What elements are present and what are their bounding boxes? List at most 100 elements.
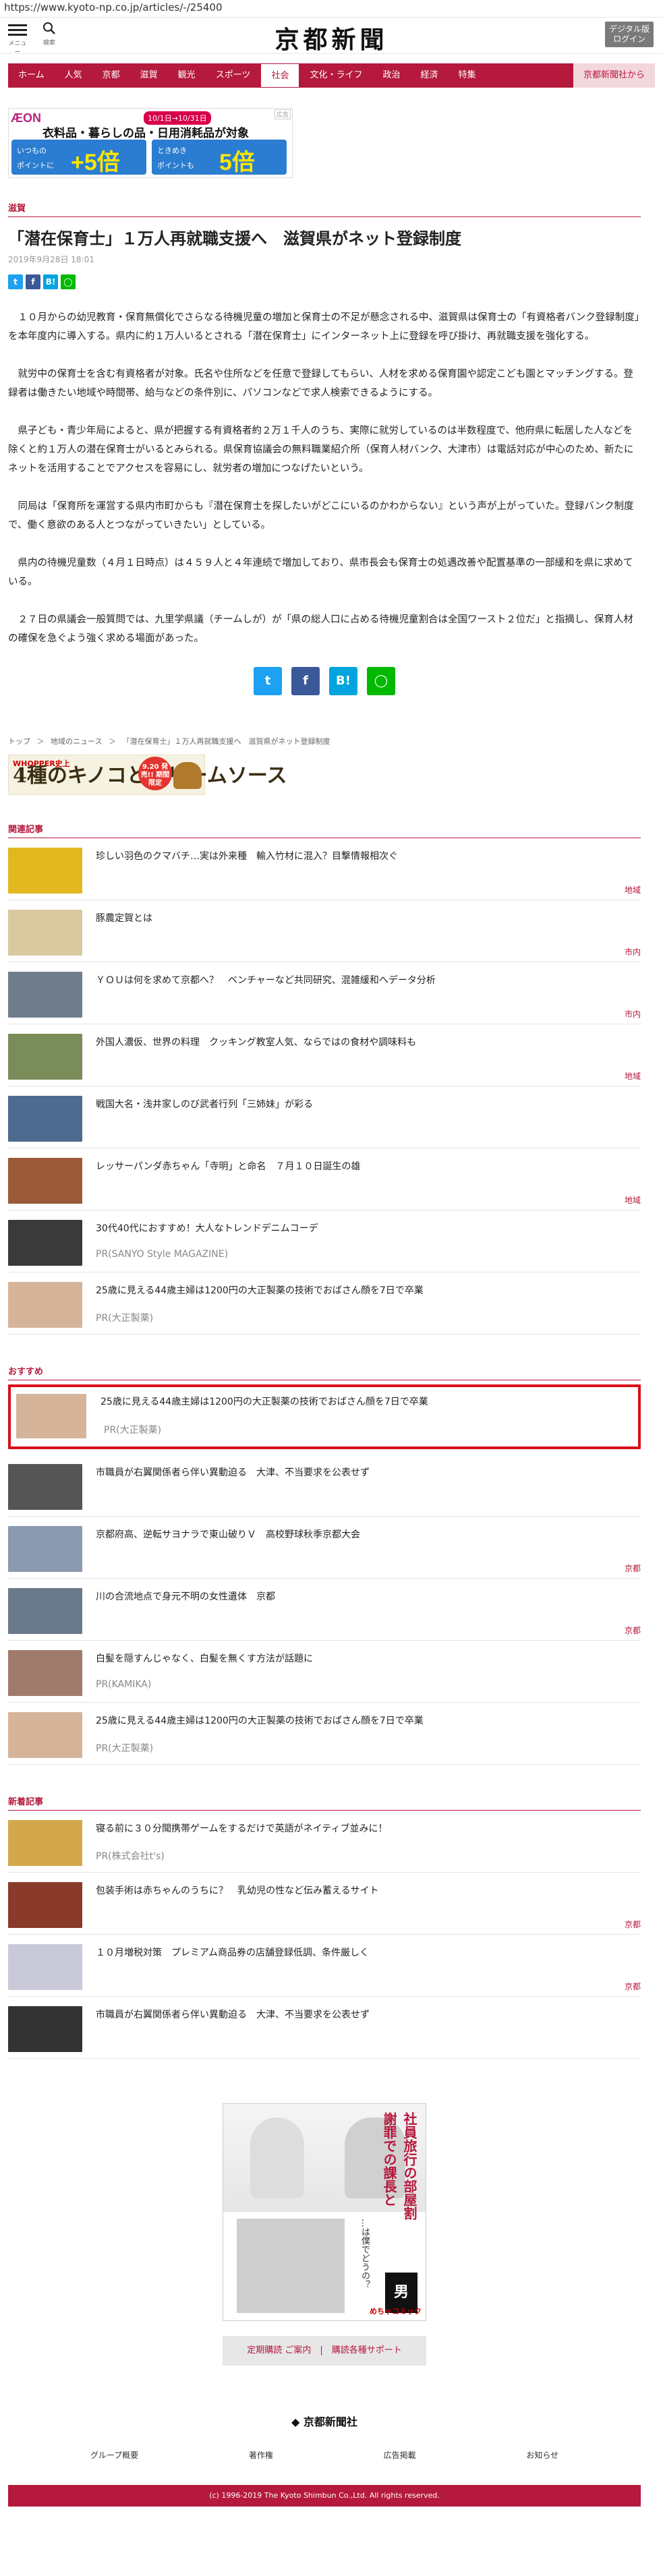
breadcrumb-top[interactable]: トップ bbox=[8, 737, 30, 746]
article-row[interactable]: 珍しい羽色のクマバチ…実は外来種 輸入竹材に混入？目撃情報相次ぐ地域 bbox=[8, 838, 641, 900]
article-row[interactable]: 戦国大名・浅井家しのび武者行列「三姉妹」が彩る bbox=[8, 1086, 641, 1148]
highlighted-article-row[interactable]: 25歳に見える44歳主婦は1200円の大正製薬の技術でおばさん顔を7日で卒業 PR… bbox=[8, 1384, 641, 1449]
article-row[interactable]: 白髪を隠すんじゃなく、白髪を無くす方法が話題に PR(KAMIKA) bbox=[8, 1641, 641, 1703]
article-paragraph: ２７日の県議会一般質問では、九里学県議（チームしが）が「県の総人口に占める待機児… bbox=[8, 614, 633, 644]
breadcrumb-sep: ＞ bbox=[36, 737, 45, 746]
article-thumbnail bbox=[8, 1464, 82, 1510]
line-icon: ◯ bbox=[374, 674, 388, 688]
article-row-category[interactable]: 地域 bbox=[625, 884, 641, 896]
hatena-share-button[interactable]: B! bbox=[329, 667, 357, 695]
article-row-title: 珍しい羽色のクマバチ…実は外来種 輸入竹材に混入？目撃情報相次ぐ bbox=[96, 851, 398, 862]
article-row[interactable]: 包装手術は赤ちゃんのうちに？ 乳幼児の性など伝み蓄えるサイト京都 bbox=[8, 1873, 641, 1935]
article-row[interactable]: 30代40代におすすめ！大人なトレンドデニムコーデ PR(SANYO Style … bbox=[8, 1210, 641, 1272]
url-bar[interactable]: https://www.kyoto-np.co.jp/articles/-/25… bbox=[0, 0, 663, 18]
article-row-category[interactable]: 地域 bbox=[625, 1194, 641, 1206]
article-row[interactable]: 京都府高、逆転サヨナラで東山破りＶ 高校野球秋季京都大会 京都 bbox=[8, 1517, 641, 1579]
article-section-label[interactable]: 滋賀 bbox=[8, 201, 641, 217]
article-row[interactable]: 豚農定賀とは 市内 bbox=[8, 900, 641, 962]
nav-item[interactable]: 京都 bbox=[92, 63, 130, 88]
article-row-category[interactable]: 市内 bbox=[625, 1008, 641, 1020]
nav-item[interactable]: 文化・ライフ bbox=[299, 63, 372, 88]
twitter-icon: t bbox=[13, 277, 18, 287]
newest-heading: 新着記事 bbox=[8, 1794, 641, 1811]
nav-item[interactable]: 社会 bbox=[260, 63, 300, 88]
article-row-title: 市職員が右翼関係者ら伴い異動迫る 大津、不当要求を公表せず bbox=[96, 2010, 370, 2020]
manga-brand: めちゃコミック bbox=[370, 2307, 422, 2316]
related-heading: 関連記事 bbox=[8, 822, 641, 838]
article-row-category[interactable]: 京都 bbox=[625, 1919, 641, 1930]
article-row-title: 包装手術は赤ちゃんのうちに？ 乳幼児の性など伝み蓄えるサイト bbox=[96, 1885, 379, 1896]
article-row-category[interactable]: 京都 bbox=[625, 1624, 641, 1636]
burger-ad-banner[interactable]: WHOPPER史上 4種のキノコとクリームソース 9.20 発売!! 期間限定 bbox=[8, 755, 287, 795]
site-header: メニュー 検索 京都新聞 デジタル版 ログイン bbox=[0, 18, 663, 56]
nav-item[interactable]: 滋賀 bbox=[130, 63, 168, 88]
aeon-ad-banner[interactable]: 広告 ÆON 10/1日→10/31日 衣料品・暮らしの品・日用消耗品が対象 い… bbox=[8, 108, 293, 178]
article-thumbnail bbox=[8, 1712, 82, 1758]
article-row-category[interactable]: 地域 bbox=[625, 1070, 641, 1082]
article-row[interactable]: 寝る前に３０分聞携帯ゲームをするだけで英語がネイティブ並みに！ PR(株式会社t'… bbox=[8, 1811, 641, 1873]
article-row[interactable]: ＹＯＵは何を求めて京都へ？ ベンチャーなど共同研究、混雑緩和へデータ分析市内 bbox=[8, 962, 641, 1024]
nav-item[interactable]: 観光 bbox=[168, 63, 206, 88]
footer-logo[interactable]: ◆ 京都新聞社 bbox=[8, 2413, 641, 2429]
article-row-category[interactable]: 京都 bbox=[625, 1562, 641, 1574]
article-row-title: 寝る前に３０分聞携帯ゲームをするだけで英語がネイティブ並みに！ bbox=[96, 1823, 388, 1834]
article-row-title: 25歳に見える44歳主婦は1200円の大正製薬の技術でおばさん顔を7日で卒業 bbox=[96, 1716, 424, 1726]
article-row-category[interactable]: 京都 bbox=[625, 1981, 641, 1992]
article-row-title: 白髪を隠すんじゃなく、白髪を無くす方法が話題に bbox=[96, 1653, 313, 1664]
article-thumbnail bbox=[8, 1158, 82, 1204]
nav-item[interactable]: 経済 bbox=[410, 63, 448, 88]
article-row-title: 戦国大名・浅井家しのび武者行列「三姉妹」が彩る bbox=[96, 1099, 313, 1110]
manga-bottom-illustration bbox=[237, 2219, 345, 2313]
login-line1: デジタル版 bbox=[609, 24, 650, 34]
nav-item[interactable]: 人気 bbox=[55, 63, 92, 88]
facebook-share-button[interactable]: f bbox=[291, 667, 320, 695]
article-row-pr: PR(KAMIKA) bbox=[96, 1679, 152, 1690]
footer-nav-link[interactable]: 広告掲載 bbox=[384, 2449, 416, 2461]
line-share-button[interactable]: ◯ bbox=[367, 667, 395, 695]
article-row[interactable]: 25歳に見える44歳主婦は1200円の大正製薬の技術でおばさん顔を7日で卒業 PR… bbox=[8, 1703, 641, 1765]
related-list: 珍しい羽色のクマバチ…実は外来種 輸入竹材に混入？目撃情報相次ぐ 地域 豚農定賀とは… bbox=[8, 838, 641, 1335]
facebook-icon: f bbox=[303, 674, 308, 688]
recommend-list: 25歳に見える44歳主婦は1200円の大正製薬の技術でおばさん顔を7日で卒業 PR… bbox=[8, 1384, 641, 1765]
hatena-share-button[interactable]: B! bbox=[43, 274, 58, 289]
article-row[interactable]: 25歳に見える44歳主婦は1200円の大正製薬の技術でおばさん顔を7日で卒業 PR… bbox=[8, 1272, 641, 1335]
article-row-pr: PR(大正製薬) bbox=[104, 1425, 162, 1436]
nav-item[interactable]: ホーム bbox=[8, 63, 55, 88]
aeon-left-bottom: ポイントに bbox=[17, 161, 54, 170]
article-row-title: 市職員が右翼関係者ら伴い異動迫る 大津、不当要求を公表せず bbox=[96, 1467, 370, 1478]
site-logo[interactable]: 京都新聞 bbox=[0, 20, 663, 55]
footer-nav-link[interactable]: お知らせ bbox=[526, 2449, 558, 2461]
article-row[interactable]: 外国人濃仮、世界の料理 クッキング教室人気、ならではの食材や調味料も地域 bbox=[8, 1024, 641, 1086]
article-row-category[interactable]: 市内 bbox=[625, 946, 641, 958]
nav-item[interactable]: スポーツ bbox=[206, 63, 261, 88]
footer-nav-link[interactable]: グループ概要 bbox=[90, 2449, 138, 2461]
article-row[interactable]: 市職員が右翼関係者ら伴い異動迫る 大津、不当要求を公表せず bbox=[8, 1997, 641, 2059]
article-thumbnail bbox=[8, 2006, 82, 2052]
article-row-title: 外国人濃仮、世界の料理 クッキング教室人気、ならではの食材や調味料も bbox=[96, 1037, 417, 1048]
article-row[interactable]: 川の合流地点で身元不明の女性遺体 京都 京都 bbox=[8, 1579, 641, 1641]
ad-label: 広告 bbox=[274, 109, 291, 119]
nav-item-kyoto[interactable]: 京都新聞社から bbox=[573, 63, 655, 88]
article-row-title: ＹＯＵは何を求めて京都へ？ ベンチャーなど共同研究、混雑緩和へデータ分析 bbox=[96, 975, 436, 986]
nav-item[interactable]: 政治 bbox=[372, 63, 410, 88]
footer-nav-link[interactable]: 著作権 bbox=[249, 2449, 273, 2461]
line-share-button[interactable]: ◯ bbox=[61, 274, 76, 289]
share-buttons-bottom: t f B! ◯ bbox=[8, 667, 641, 695]
article-title: 「潜在保育士」１万人再就職支援へ 滋賀県がネット登録制度 bbox=[8, 229, 461, 248]
breadcrumb-sep: ＞ bbox=[108, 737, 116, 746]
article-thumbnail bbox=[8, 1096, 82, 1142]
facebook-share-button[interactable]: f bbox=[26, 274, 40, 289]
aeon-right-big: 5倍 bbox=[219, 150, 255, 175]
article-thumbnail bbox=[16, 1394, 86, 1438]
subscription-links[interactable]: 定期購読 ご案内 | 購読各種サポート bbox=[223, 2336, 426, 2366]
breadcrumb-local[interactable]: 地域のニュース bbox=[51, 737, 102, 746]
article-row[interactable]: １０月増税対策 プレミアム商品券の店舗登録低調、条件厳しく 京都 bbox=[8, 1935, 641, 1997]
manga-ad-banner[interactable]: 社員旅行の部屋割 謝罪での課長と …は僕でどうの？ 男 めちゃコミック bbox=[223, 2103, 426, 2321]
twitter-share-button[interactable]: t bbox=[254, 667, 282, 695]
article-row[interactable]: 市職員が右翼関係者ら伴い異動迫る 大津、不当要求を公表せず bbox=[8, 1455, 641, 1517]
nav-item[interactable]: 特集 bbox=[449, 63, 486, 88]
login-button[interactable]: デジタル版 ログイン bbox=[605, 22, 654, 47]
footer-nav: グループ概要 著作権 広告掲載 お知らせ bbox=[8, 2449, 641, 2461]
twitter-share-button[interactable]: t bbox=[8, 274, 23, 289]
article-row[interactable]: レッサーパンダ赤ちゃん「寺明」と命名 ７月１０日誕生の雄 地域 bbox=[8, 1148, 641, 1210]
